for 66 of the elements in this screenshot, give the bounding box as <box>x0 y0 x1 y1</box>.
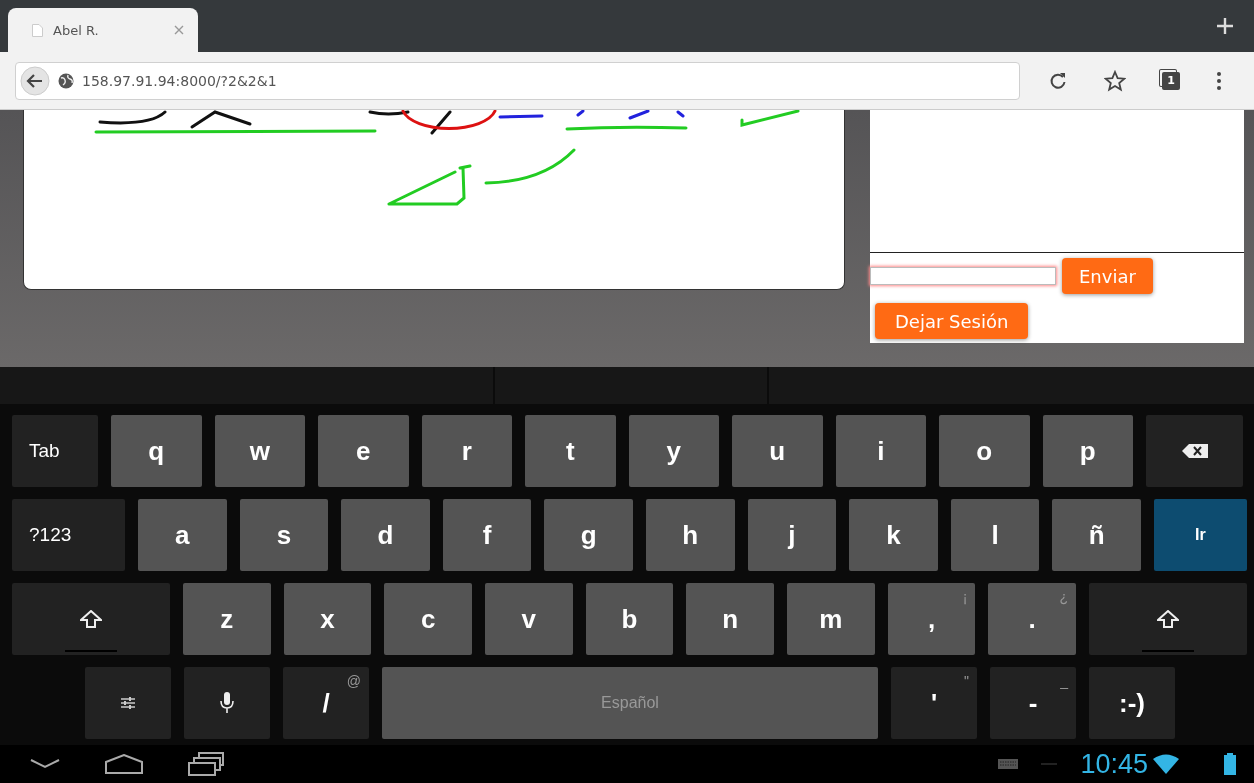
keyboard-key[interactable]: k <box>849 499 938 571</box>
home-icon[interactable] <box>105 754 143 774</box>
microphone-icon <box>220 692 234 714</box>
keyboard-key[interactable]: y <box>628 415 719 487</box>
keyboard-key[interactable]: t <box>525 415 616 487</box>
tab-switcher-button[interactable]: 1 <box>1162 71 1180 90</box>
globe-icon <box>58 72 74 89</box>
page-icon <box>32 23 43 37</box>
keyboard-key[interactable]: - _ <box>990 667 1076 739</box>
keyboard-key[interactable]: z <box>183 583 271 655</box>
keyboard-key[interactable]: ' " <box>891 667 977 739</box>
battery-icon <box>1224 753 1236 775</box>
backspace-key[interactable] <box>1146 415 1243 487</box>
backspace-icon <box>1181 444 1208 458</box>
recent-apps-icon[interactable] <box>188 752 224 776</box>
keyboard-key[interactable]: / @ <box>283 667 369 739</box>
wifi-icon <box>1153 754 1179 774</box>
keyboard-key[interactable]: j <box>747 499 837 571</box>
keyboard-key[interactable]: x <box>283 583 372 655</box>
keyboard-key[interactable]: r <box>421 415 512 487</box>
keyboard-key[interactable]: h <box>645 499 735 571</box>
address-bar[interactable]: 158.97.91.94:8000/?2&2&1 <box>15 61 1020 100</box>
keyboard-key[interactable]: w <box>214 415 305 487</box>
keyboard-key[interactable]: f <box>442 499 532 571</box>
keyboard-key[interactable]: a <box>138 499 227 571</box>
keyboard-key[interactable]: c <box>384 583 472 655</box>
keyboard-icon <box>998 759 1019 769</box>
keyboard-key[interactable]: :-) <box>1089 667 1175 739</box>
back-icon[interactable] <box>20 65 50 96</box>
keyboard-key[interactable]: o <box>939 415 1030 487</box>
alternate-character: " <box>964 673 969 689</box>
keyboard-key[interactable]: Tab <box>12 415 98 487</box>
up-arrow-icon <box>1157 610 1180 628</box>
plus-icon[interactable] <box>1216 17 1234 35</box>
message-field[interactable] <box>870 267 1056 285</box>
keyboard-key[interactable]: l <box>950 499 1040 571</box>
keyboard-key[interactable]: e <box>318 415 409 487</box>
menu-icon[interactable] <box>1216 70 1222 91</box>
star-icon[interactable] <box>1104 69 1126 92</box>
keyboard-key[interactable]: g <box>544 499 633 571</box>
keyboard-key[interactable]: ?123 <box>12 499 125 571</box>
keyboard-key[interactable]: p <box>1042 415 1133 487</box>
go-key[interactable]: Ir <box>1153 499 1247 571</box>
alternate-character: ¡ <box>962 589 968 605</box>
up-arrow-icon <box>80 610 102 628</box>
keyboard-key[interactable]: q <box>111 415 202 487</box>
keyboard-key[interactable]: m <box>787 583 875 655</box>
alternate-character: @ <box>346 673 361 689</box>
clock: 10:45 <box>1080 748 1148 780</box>
keyboard-key[interactable]: n <box>686 583 775 655</box>
browser-tab[interactable]: Abel R. <box>8 8 198 52</box>
hide-keyboard-icon[interactable] <box>30 759 60 769</box>
close-icon[interactable] <box>174 25 184 35</box>
keyboard-key[interactable]: u <box>732 415 823 487</box>
keyboard-key[interactable]: b <box>585 583 674 655</box>
keyboard-key[interactable]: i <box>835 415 926 487</box>
reload-icon[interactable] <box>1048 70 1068 91</box>
keyboard-key[interactable]: ñ <box>1052 499 1141 571</box>
keyboard-key[interactable]: v <box>485 583 573 655</box>
keyboard-key[interactable]: . ¿ <box>988 583 1077 655</box>
alternate-character: _ <box>1060 673 1068 689</box>
keyboard-key[interactable]: s <box>239 499 329 571</box>
keyboard-key[interactable]: , ¡ <box>887 583 976 655</box>
sliders-icon <box>120 695 136 711</box>
alternate-character: ¿ <box>1059 589 1069 605</box>
keyboard-key[interactable]: d <box>341 499 430 571</box>
